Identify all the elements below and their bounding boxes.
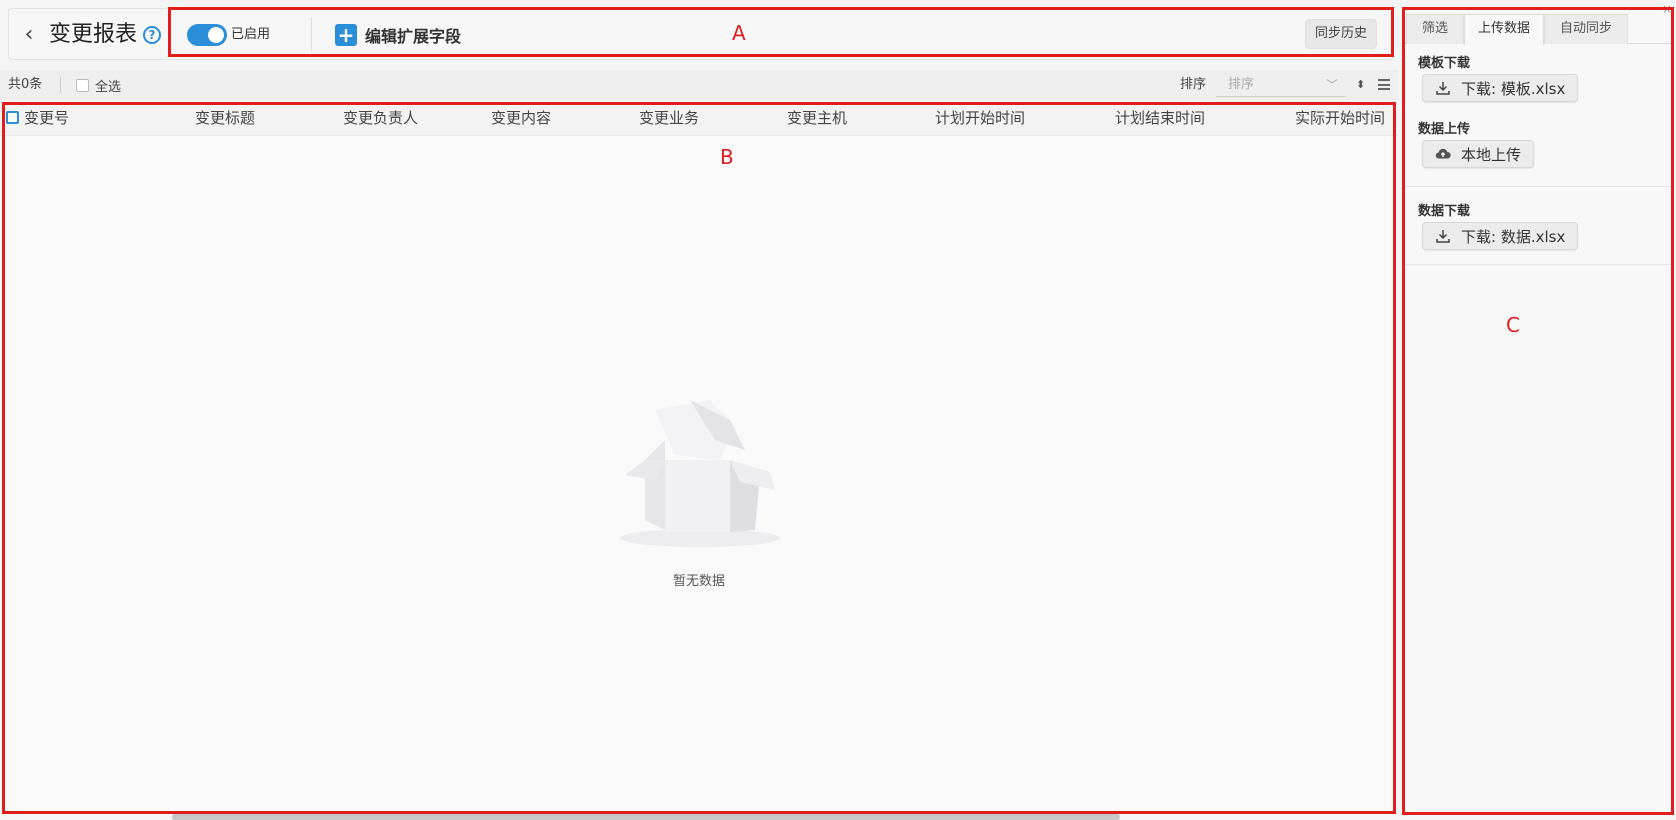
- edit-extension-fields-label: 编辑扩展字段: [365, 27, 462, 46]
- column-header[interactable]: 变更标题: [195, 108, 255, 128]
- column-header[interactable]: 变更业务: [639, 108, 699, 128]
- page-header: ‹ 变更报表 ? 已启用 + 编辑扩展字段 同步历史: [8, 8, 1394, 60]
- chevron-left-icon: ‹: [24, 22, 34, 47]
- download-data-label: 下载: 数据.xlsx: [1461, 227, 1566, 246]
- tab-upload-data[interactable]: 上传数据: [1464, 14, 1544, 45]
- toggle-label: 已启用: [231, 27, 271, 42]
- section-title-data-upload: 数据上传: [1418, 122, 1471, 137]
- column-header[interactable]: 变更号: [24, 108, 69, 128]
- tab-filter[interactable]: 筛选: [1406, 14, 1464, 44]
- column-header[interactable]: 变更主机: [787, 108, 847, 128]
- section-title-template-download: 模板下载: [1418, 56, 1471, 71]
- column-menu-icon[interactable]: [1378, 79, 1390, 90]
- sort-order-icon[interactable]: ⬍: [1356, 76, 1365, 94]
- horizontal-scrollbar[interactable]: [172, 814, 1120, 820]
- header-checkbox[interactable]: [6, 111, 19, 124]
- cloud-upload-icon: [1435, 148, 1451, 159]
- local-upload-label: 本地上传: [1461, 145, 1522, 164]
- download-icon: [1436, 230, 1450, 243]
- annotation-label-c: C: [1506, 313, 1520, 337]
- local-upload-button[interactable]: 本地上传: [1422, 140, 1535, 168]
- download-icon: [1436, 82, 1450, 95]
- empty-state-text: 暂无数据: [672, 574, 725, 589]
- download-template-label: 下载: 模板.xlsx: [1461, 79, 1566, 98]
- sync-history-button[interactable]: 同步历史: [1304, 19, 1377, 49]
- empty-box-illustration: [620, 400, 780, 547]
- divider: [1404, 186, 1672, 187]
- select-all-label: 全选: [95, 80, 122, 95]
- app-root: ‹ 变更报表 ? 已启用 + 编辑扩展字段 同步历史 共0条 全选 排序 排序 …: [0, 0, 1676, 820]
- side-panel: × 筛选 上传数据 自动同步 模板下载 下载: 模板.xlsx 数据上传 本地上…: [1404, 2, 1676, 814]
- panel-tabs: 筛选 上传数据 自动同步: [1404, 14, 1672, 45]
- data-table: 变更号 变更标题 变更负责人 变更内容 变更业务 变更主机 计划开始时间 计划结…: [0, 100, 1398, 814]
- sort-label: 排序: [1180, 77, 1207, 92]
- back-button[interactable]: ‹: [19, 23, 39, 47]
- sort-select[interactable]: 排序 ﹀: [1216, 73, 1346, 97]
- column-header[interactable]: 实际开始时间: [1295, 108, 1385, 128]
- sort-placeholder: 排序: [1228, 77, 1255, 92]
- column-header[interactable]: 计划开始时间: [935, 108, 1025, 128]
- section-title-data-download: 数据下载: [1418, 204, 1471, 219]
- toggle-knob: [208, 27, 224, 43]
- help-circle-icon[interactable]: ?: [143, 26, 161, 44]
- select-all[interactable]: 全选: [76, 76, 121, 95]
- download-template-button[interactable]: 下载: 模板.xlsx: [1422, 74, 1579, 102]
- column-header[interactable]: 变更内容: [491, 108, 551, 128]
- annotation-label-b: B: [720, 145, 734, 169]
- plus-icon: +: [335, 24, 357, 46]
- divider: [311, 17, 312, 51]
- enable-toggle[interactable]: [187, 24, 227, 46]
- tab-auto-sync[interactable]: 自动同步: [1544, 14, 1628, 44]
- column-header[interactable]: 计划结束时间: [1115, 108, 1205, 128]
- divider: [60, 77, 61, 93]
- chevron-down-icon: ﹀: [1325, 78, 1338, 92]
- page-title: 变更报表: [49, 22, 138, 47]
- list-toolbar: 共0条 全选 排序 排序 ﹀ ⬍: [0, 70, 1398, 100]
- download-data-button[interactable]: 下载: 数据.xlsx: [1422, 222, 1579, 250]
- table-header: 变更号 变更标题 变更负责人 变更内容 变更业务 变更主机 计划开始时间 计划结…: [0, 100, 1398, 136]
- column-header[interactable]: 变更负责人: [343, 108, 418, 128]
- divider: [1404, 264, 1672, 265]
- select-all-checkbox[interactable]: [76, 79, 89, 92]
- edit-extension-fields-button[interactable]: + 编辑扩展字段: [335, 21, 461, 49]
- annotation-label-a: A: [732, 21, 746, 45]
- record-count: 共0条: [8, 77, 43, 92]
